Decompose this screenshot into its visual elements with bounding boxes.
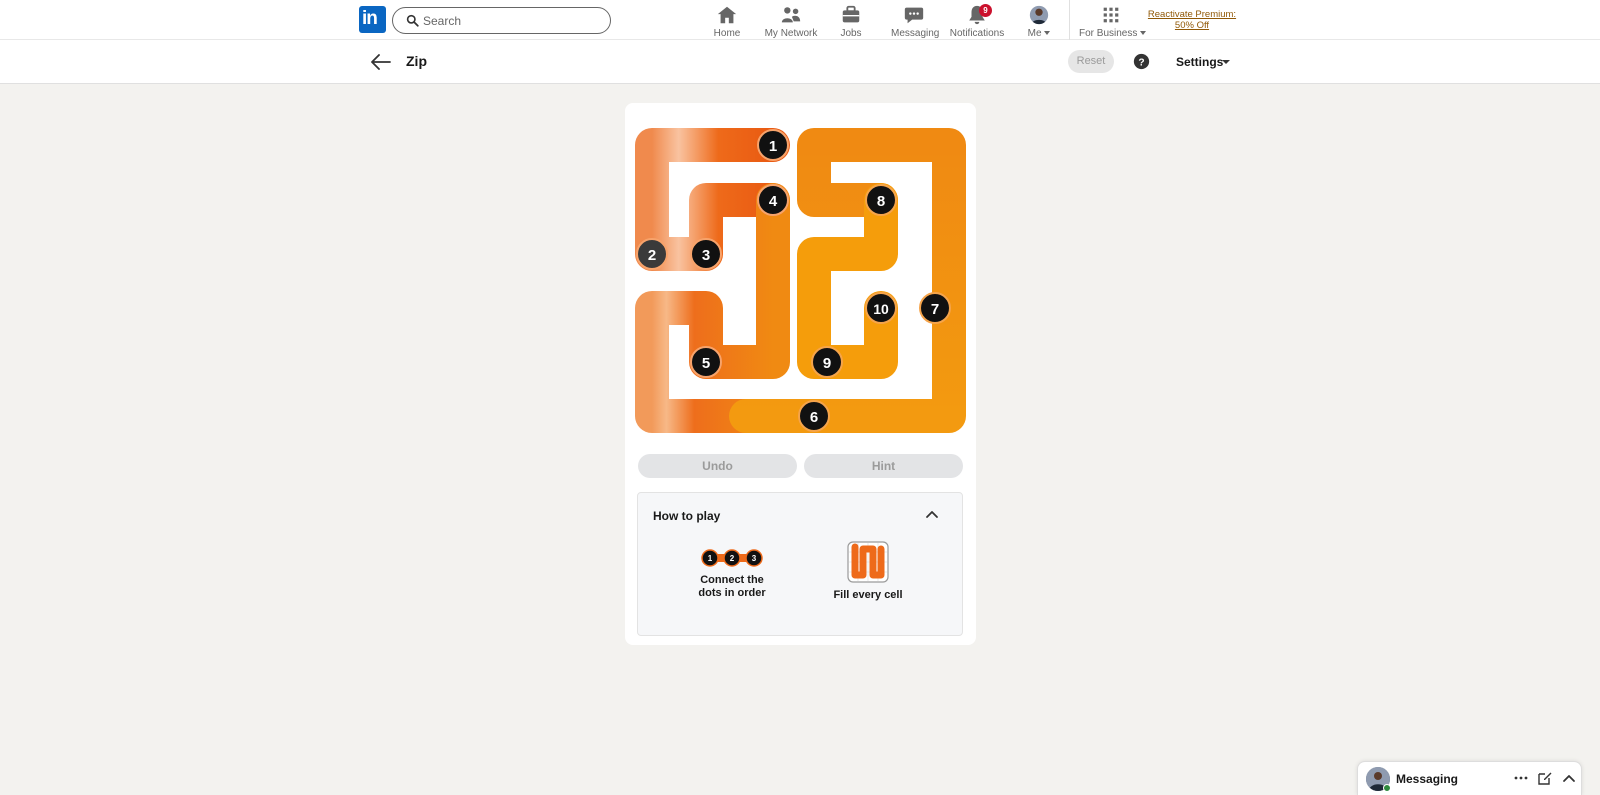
game-header: Zip Reset ? Settings: [0, 40, 1600, 84]
messaging-dock[interactable]: Messaging: [1357, 761, 1582, 795]
dot-9-label: 9: [823, 355, 831, 372]
premium-line1: Reactivate Premium:: [1147, 9, 1237, 20]
nav-for-business-label: For Business: [1079, 28, 1147, 39]
path-segment-8-10: [797, 183, 898, 379]
global-nav: in Home My Network Jobs Messaging Notifi…: [0, 0, 1600, 40]
nav-notifications-label: Notifications: [949, 28, 1005, 39]
dot-1-label: 1: [769, 138, 777, 155]
fill-cells-illustration: [847, 541, 889, 583]
settings-button[interactable]: Settings: [1176, 55, 1223, 69]
dot-3-label: 3: [702, 247, 710, 264]
nav-my-network[interactable]: My Network: [761, 4, 821, 39]
nav-me[interactable]: Me: [1024, 4, 1054, 39]
nav-my-network-label: My Network: [764, 28, 818, 39]
chevron-down-icon: [1044, 31, 1051, 36]
path-segment-1-4: [635, 128, 790, 271]
online-status-indicator: [1383, 784, 1391, 792]
chevron-up-icon[interactable]: [925, 509, 939, 519]
messaging-label: Messaging: [1396, 772, 1459, 786]
nav-messaging[interactable]: Messaging: [891, 4, 940, 39]
nav-me-label: Me: [1024, 28, 1054, 39]
zip-game-board[interactable]: 1 2 3 4 5 6 7 8 9 10: [625, 103, 976, 443]
back-arrow-icon[interactable]: [370, 52, 392, 72]
illustration-dot-2: 2: [730, 554, 735, 563]
dot-8: 8: [865, 184, 897, 216]
dot-5-label: 5: [702, 355, 710, 372]
how-to-play-panel: How to play 1 2 3 Connect the dots in or…: [637, 492, 963, 636]
drawn-path: [635, 128, 966, 433]
connect-dots-illustration: 1 2 3: [701, 549, 763, 567]
chevron-up-icon[interactable]: [1561, 770, 1577, 786]
how-to-play-title: How to play: [653, 509, 721, 523]
dot-10: 10: [865, 292, 897, 324]
search-icon: [406, 14, 419, 27]
step-connect-dots: 1 2 3 Connect the dots in order: [688, 548, 776, 600]
undo-button[interactable]: Undo: [638, 454, 797, 478]
chat-icon: [904, 7, 924, 24]
nav-home[interactable]: Home: [710, 4, 744, 39]
compose-icon[interactable]: [1537, 770, 1553, 786]
avatar: [1029, 5, 1049, 25]
nav-home-label: Home: [713, 28, 741, 39]
reactivate-premium-link[interactable]: Reactivate Premium: 50% Off: [1146, 9, 1238, 31]
dot-4-label: 4: [769, 193, 778, 210]
step-fill-every-cell: Fill every cell: [823, 541, 913, 602]
chevron-down-icon: [1140, 31, 1147, 36]
step1-line2: dots in order: [698, 587, 766, 599]
numbered-dots: 1 2 3 4 5 6 7 8 9 10: [636, 129, 951, 432]
dot-8-label: 8: [877, 193, 885, 210]
svg-text:?: ?: [1138, 57, 1144, 68]
premium-line2: 50% Off: [1174, 20, 1210, 31]
dot-5: 5: [690, 346, 722, 378]
nav-for-business[interactable]: For Business: [1079, 4, 1147, 39]
briefcase-icon: [842, 5, 860, 23]
logo-text: in: [362, 8, 378, 29]
dot-9: 9: [811, 346, 843, 378]
dot-2-label: 2: [648, 247, 656, 264]
grid-icon: [1103, 7, 1119, 23]
notification-badge: 9: [979, 4, 992, 17]
step2-label: Fill every cell: [833, 589, 903, 601]
network-icon: [781, 7, 801, 23]
hint-button[interactable]: Hint: [804, 454, 963, 478]
page-title: Zip: [406, 53, 427, 69]
dot-7-label: 7: [931, 301, 939, 318]
nav-jobs-label: Jobs: [840, 28, 862, 39]
dot-1: 1: [757, 129, 789, 161]
dot-2: 2: [636, 238, 668, 270]
dot-10-label: 10: [873, 301, 889, 317]
step1-line1: Connect the: [700, 574, 764, 586]
nav-divider: [1069, 0, 1070, 40]
more-options-icon[interactable]: [1513, 770, 1529, 786]
chevron-down-icon[interactable]: [1222, 60, 1230, 64]
dot-6-label: 6: [810, 409, 818, 426]
dot-6: 6: [798, 400, 830, 432]
illustration-dot-1: 1: [708, 554, 713, 563]
help-icon[interactable]: ?: [1133, 53, 1150, 70]
dot-3: 3: [690, 238, 722, 270]
search-bar[interactable]: [392, 7, 611, 34]
illustration-dot-3: 3: [752, 554, 757, 563]
nav-notifications[interactable]: Notifications 9: [949, 4, 1005, 39]
home-icon: [717, 6, 737, 24]
search-input[interactable]: [423, 11, 603, 31]
nav-jobs[interactable]: Jobs: [836, 4, 866, 39]
nav-messaging-label: Messaging: [891, 28, 940, 39]
linkedin-logo[interactable]: in: [359, 6, 386, 33]
game-card: 1 2 3 4 5 6 7 8 9 10 Undo Hint How to pl…: [625, 103, 976, 645]
reset-button[interactable]: Reset: [1068, 50, 1114, 73]
dot-4: 4: [757, 184, 789, 216]
dot-7: 7: [919, 292, 951, 324]
